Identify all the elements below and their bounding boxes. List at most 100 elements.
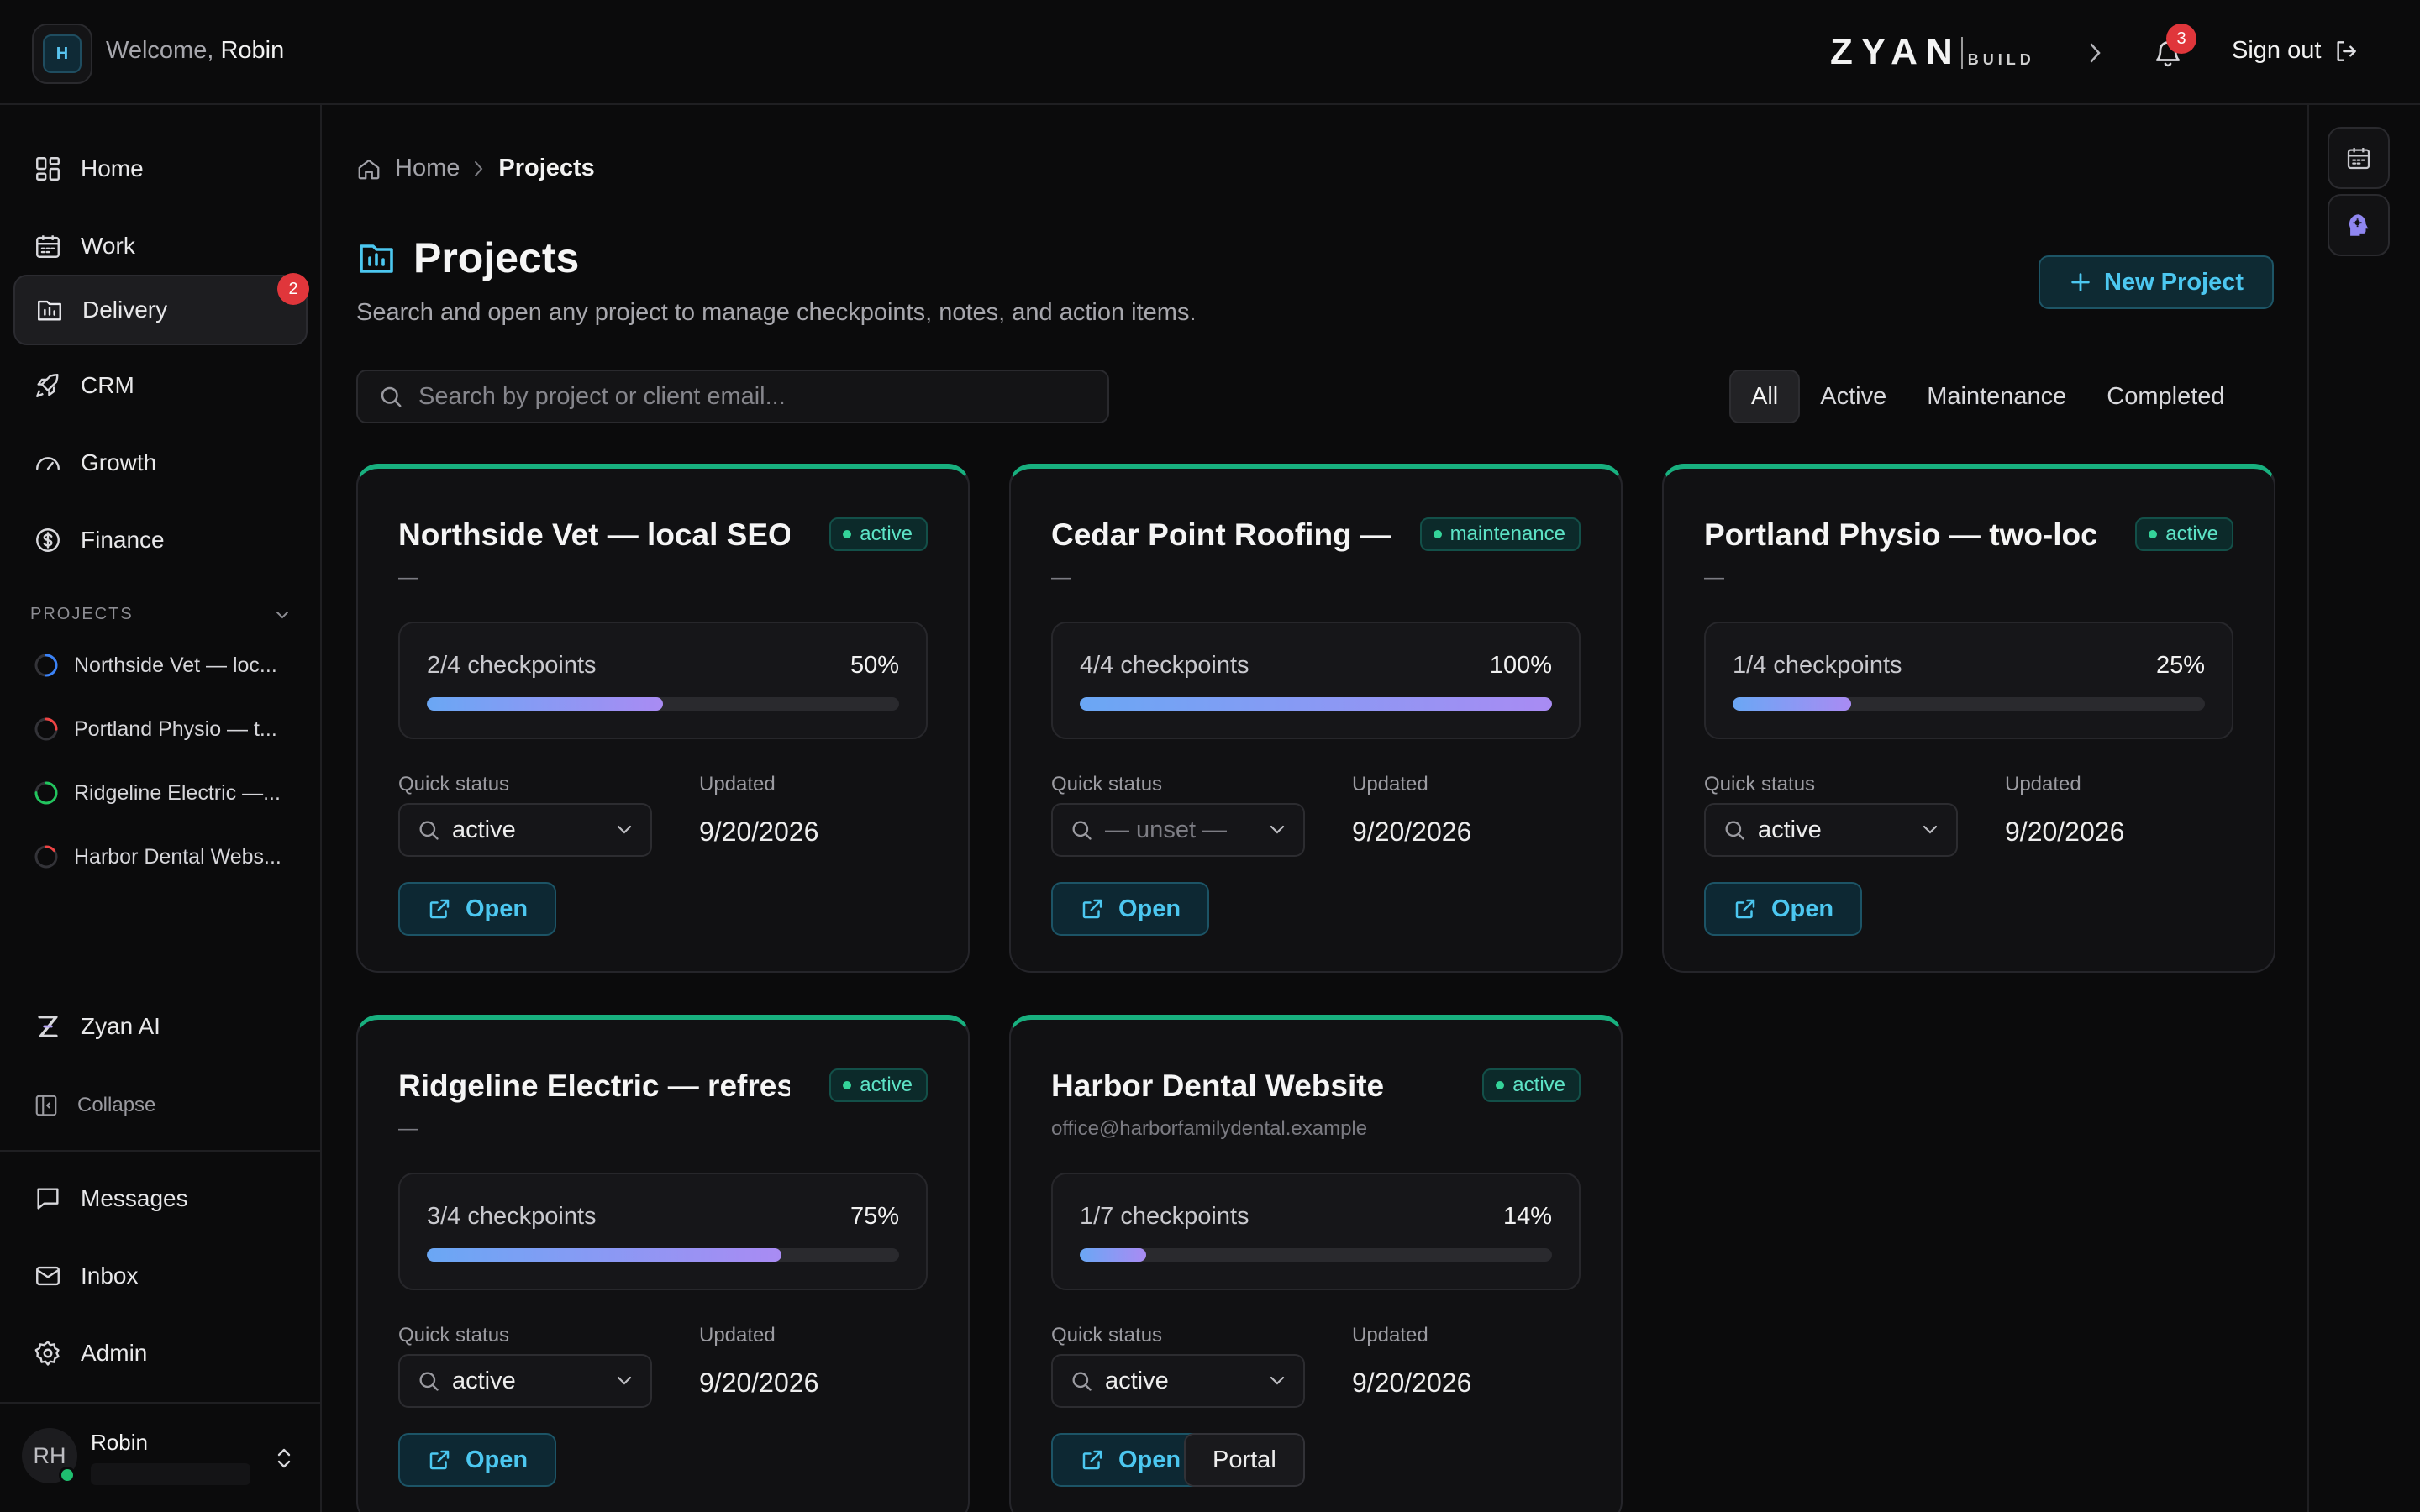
status-dot xyxy=(843,530,852,538)
search-input[interactable] xyxy=(418,382,1107,411)
search-bar xyxy=(356,370,1109,423)
sidebar-item-work[interactable]: Work xyxy=(13,211,308,281)
quick-status-select[interactable]: active xyxy=(398,1354,652,1408)
folder-chart-icon xyxy=(356,238,397,278)
project-card: Harbor Dental Website active office@harbor… xyxy=(1009,1015,1623,1512)
open-project-button[interactable]: Open xyxy=(398,1433,557,1487)
logo-separator xyxy=(1960,37,1963,69)
quick-status-label: Quick status xyxy=(1704,773,1816,795)
quick-status-select[interactable]: active xyxy=(398,803,652,857)
gauge-icon xyxy=(34,449,62,477)
filter-completed[interactable]: Completed xyxy=(2086,370,2244,423)
page-title-text: Projects xyxy=(413,234,580,281)
status-dot xyxy=(1496,1081,1505,1089)
sign-out-button[interactable]: Sign out xyxy=(2232,37,2360,65)
search-icon xyxy=(417,1369,440,1393)
sidebar-project-portland-physio[interactable]: Portland Physio — t... xyxy=(34,717,277,742)
sidebar-item-admin[interactable]: Admin xyxy=(13,1318,308,1389)
sidebar-divider xyxy=(0,1402,322,1404)
search-icon xyxy=(378,384,403,409)
quick-status-select[interactable]: — unset — xyxy=(1051,803,1305,857)
notification-badge: 3 xyxy=(2166,24,2196,54)
quick-status-select[interactable]: active xyxy=(1704,803,1958,857)
sidebar-item-delivery[interactable]: Delivery xyxy=(13,275,308,345)
zyan-build-logo[interactable]: ZYAN BUILD xyxy=(1830,34,2035,71)
project-title[interactable]: Northside Vet — local SEO xyxy=(398,517,790,553)
assistant-button[interactable] xyxy=(2328,194,2390,256)
portal-button[interactable]: Portal xyxy=(1184,1433,1305,1487)
sidebar-project-label: Portland Physio — t... xyxy=(74,717,277,741)
project-client-email: — xyxy=(398,566,418,589)
external-link-icon xyxy=(1733,896,1758,921)
welcome-name: Robin xyxy=(220,37,285,64)
breadcrumb-home-link[interactable]: Home xyxy=(395,155,460,182)
external-link-icon xyxy=(427,1447,452,1473)
progress-bar-fill xyxy=(1080,1248,1146,1262)
sidebar-item-inbox[interactable]: Inbox xyxy=(13,1241,308,1311)
project-card: Ridgeline Electric — refresh active — 3/4 c… xyxy=(356,1015,970,1512)
page-title: Projects xyxy=(356,234,579,282)
projects-section-header[interactable]: PROJECTS xyxy=(30,605,291,624)
project-card: Northside Vet — local SEO active — 2/4 chec… xyxy=(356,464,970,973)
home-icon[interactable] xyxy=(356,156,381,181)
project-title[interactable]: Harbor Dental Website xyxy=(1051,1068,1443,1104)
status-badge-label: active xyxy=(1512,1074,1565,1096)
project-card: Cedar Point Roofing — maintenance — 4/4 che… xyxy=(1009,464,1623,973)
checkpoint-percent: 25% xyxy=(2155,652,2205,679)
updated-date: 9/20/2026 xyxy=(699,1368,819,1398)
filter-all[interactable]: All xyxy=(1729,370,1801,423)
chevrons-up-down-icon xyxy=(274,1445,294,1472)
plus-icon xyxy=(2069,270,2092,294)
progress-ring-icon xyxy=(34,845,58,869)
delivery-icon xyxy=(35,296,64,324)
status-badge: active xyxy=(829,1068,928,1102)
collapse-sidebar-button[interactable]: Collapse xyxy=(34,1093,155,1118)
progress-bar-fill xyxy=(427,697,663,711)
chevron-right-icon xyxy=(473,160,485,178)
chevron-down-icon xyxy=(1268,824,1286,836)
zyan-ai-button[interactable]: Zyan AI xyxy=(34,1012,160,1041)
open-project-button[interactable]: Open xyxy=(1704,882,1863,936)
quick-status-select[interactable]: active xyxy=(1051,1354,1305,1408)
sidebar-item-growth[interactable]: Growth xyxy=(13,428,308,498)
filter-active[interactable]: Active xyxy=(1800,370,1907,423)
checkpoint-progress: 4/4 checkpoints 100% xyxy=(1051,622,1581,739)
quick-status-value: active xyxy=(1105,1367,1169,1394)
user-menu[interactable]: RH Robin xyxy=(22,1428,299,1488)
open-label: Open xyxy=(466,1446,529,1473)
updated-date: 9/20/2026 xyxy=(1352,1368,1472,1398)
sidebar-item-finance[interactable]: Finance xyxy=(13,505,308,575)
calendar-button[interactable] xyxy=(2328,127,2390,189)
chevron-right-icon[interactable] xyxy=(2089,42,2102,64)
sidebar-project-northside-vet[interactable]: Northside Vet — loc... xyxy=(34,653,277,678)
project-title[interactable]: Cedar Point Roofing — xyxy=(1051,517,1443,553)
sidebar-project-harbor-dental[interactable]: Harbor Dental Webs... xyxy=(34,844,281,869)
status-filter-tabs: All Active Maintenance Completed xyxy=(1729,370,2245,423)
open-label: Open xyxy=(1118,895,1181,922)
checkpoint-progress: 1/7 checkpoints 14% xyxy=(1051,1173,1581,1290)
project-title[interactable]: Portland Physio — two-loca xyxy=(1704,517,2096,553)
search-icon xyxy=(1070,818,1093,842)
workspace-avatar[interactable]: H xyxy=(32,24,92,84)
logout-icon xyxy=(2333,38,2360,65)
open-project-button[interactable]: Open xyxy=(1051,882,1210,936)
rocket-icon xyxy=(34,371,62,400)
gear-icon xyxy=(34,1339,62,1368)
sidebar-project-ridgeline-electric[interactable]: Ridgeline Electric —... xyxy=(34,780,281,806)
progress-bar-track xyxy=(1080,697,1552,711)
open-label: Open xyxy=(466,895,529,922)
filter-maintenance[interactable]: Maintenance xyxy=(1907,370,2086,423)
project-title[interactable]: Ridgeline Electric — refresh xyxy=(398,1068,790,1104)
sidebar-divider xyxy=(0,1150,322,1152)
sidebar-item-messages[interactable]: Messages xyxy=(13,1163,308,1234)
checkpoint-percent: 50% xyxy=(850,652,899,679)
projects-header-label: PROJECTS xyxy=(30,605,134,623)
welcome-text: Welcome, Robin xyxy=(106,37,284,65)
sidebar-item-crm[interactable]: CRM xyxy=(13,350,308,421)
checkpoint-progress: 3/4 checkpoints 75% xyxy=(398,1173,928,1290)
new-project-button[interactable]: New Project xyxy=(2039,255,2274,309)
open-project-button[interactable]: Open xyxy=(398,882,557,936)
sidebar-item-home[interactable]: Home xyxy=(13,134,308,204)
external-link-icon xyxy=(1080,1447,1105,1473)
quick-status-label: Quick status xyxy=(1051,1324,1163,1347)
